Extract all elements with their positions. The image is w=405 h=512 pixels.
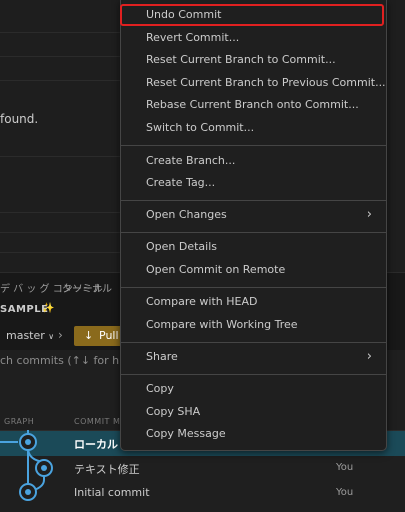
menu-item-open-details[interactable]: Open Details bbox=[121, 237, 386, 259]
menu-item-switch-to-commit[interactable]: Switch to Commit... bbox=[121, 118, 386, 140]
commit-graph bbox=[0, 430, 53, 501]
menu-item-label: Reset Current Branch to Commit... bbox=[146, 53, 336, 66]
menu-item-label: Compare with HEAD bbox=[146, 295, 258, 308]
menu-separator bbox=[121, 145, 386, 146]
chevron-right-icon: › bbox=[366, 207, 372, 222]
menu-item-label: Open Commit on Remote bbox=[146, 263, 286, 276]
chevron-right-icon: › bbox=[58, 328, 63, 342]
menu-item-revert-commit[interactable]: Revert Commit... bbox=[121, 28, 386, 50]
divider bbox=[0, 156, 120, 157]
commit-author: You bbox=[336, 462, 354, 473]
menu-separator bbox=[121, 287, 386, 288]
menu-item-label: Open Changes bbox=[146, 208, 227, 221]
menu-item-label: Revert Commit... bbox=[146, 31, 240, 44]
highlight-box bbox=[120, 4, 384, 26]
menu-item-label: Open Details bbox=[146, 240, 218, 253]
menu-item-label: Rebase Current Branch onto Commit... bbox=[146, 98, 359, 111]
menu-item-label: Create Tag... bbox=[146, 176, 216, 189]
editor-text: found. bbox=[0, 112, 39, 126]
menu-item-compare-with-head[interactable]: Compare with HEAD bbox=[121, 292, 386, 314]
tab-terminal[interactable]: ターミナル bbox=[62, 280, 112, 295]
menu-item-copy[interactable]: Copy bbox=[121, 379, 386, 401]
divider bbox=[0, 232, 120, 233]
branch-picker[interactable]: master ∨ bbox=[6, 329, 54, 342]
menu-separator bbox=[121, 200, 386, 201]
commit-message: Initial commit bbox=[74, 486, 150, 499]
arrow-down-icon: ↓ bbox=[84, 329, 94, 342]
chevron-right-icon: › bbox=[366, 349, 372, 364]
commit-message: テキスト修正 bbox=[74, 463, 140, 476]
menu-separator bbox=[121, 342, 386, 343]
menu-item-label: Copy Message bbox=[146, 427, 226, 440]
chevron-down-icon: ∨ bbox=[48, 332, 55, 341]
menu-item-label: Compare with Working Tree bbox=[146, 318, 298, 331]
divider bbox=[0, 32, 120, 33]
pull-label: Pull bbox=[99, 329, 119, 342]
menu-item-label: Share bbox=[146, 350, 178, 363]
menu-item-label: Reset Current Branch to Previous Commit.… bbox=[146, 76, 386, 89]
divider bbox=[0, 252, 120, 253]
divider bbox=[0, 56, 120, 57]
menu-item-open-changes[interactable]: Open Changes › bbox=[121, 205, 386, 227]
commit-message-column-header: COMMIT ME bbox=[74, 417, 126, 426]
menu-item-rebase[interactable]: Rebase Current Branch onto Commit... bbox=[121, 95, 386, 117]
menu-item-reset-to-commit[interactable]: Reset Current Branch to Commit... bbox=[121, 50, 386, 72]
menu-separator bbox=[121, 232, 386, 233]
divider bbox=[0, 212, 120, 213]
divider bbox=[0, 80, 120, 81]
menu-item-share[interactable]: Share › bbox=[121, 347, 386, 369]
menu-item-label: Create Branch... bbox=[146, 154, 236, 167]
sparkle-icon: ✨ bbox=[42, 303, 55, 314]
menu-separator bbox=[121, 374, 386, 375]
menu-item-label: Copy bbox=[146, 382, 174, 395]
graph-column-header: GRAPH bbox=[4, 417, 35, 426]
menu-item-copy-sha[interactable]: Copy SHA bbox=[121, 402, 386, 424]
pull-button[interactable]: ↓ Pull bbox=[74, 326, 122, 346]
menu-item-create-tag[interactable]: Create Tag... bbox=[121, 173, 386, 195]
menu-item-label: Copy SHA bbox=[146, 405, 201, 418]
menu-item-create-branch[interactable]: Create Branch... bbox=[121, 151, 386, 173]
branch-name: master bbox=[6, 329, 45, 342]
menu-item-open-commit-on-remote[interactable]: Open Commit on Remote bbox=[121, 260, 386, 282]
menu-item-copy-message[interactable]: Copy Message bbox=[121, 424, 386, 446]
commit-author: You bbox=[336, 487, 354, 498]
menu-item-compare-with-working-tree[interactable]: Compare with Working Tree bbox=[121, 315, 386, 337]
menu-item-label: Switch to Commit... bbox=[146, 121, 255, 134]
commit-message: ローカル bbox=[74, 438, 118, 451]
menu-item-reset-to-previous[interactable]: Reset Current Branch to Previous Commit.… bbox=[121, 73, 386, 95]
context-menu: Undo Commit Revert Commit... Reset Curre… bbox=[120, 0, 387, 451]
